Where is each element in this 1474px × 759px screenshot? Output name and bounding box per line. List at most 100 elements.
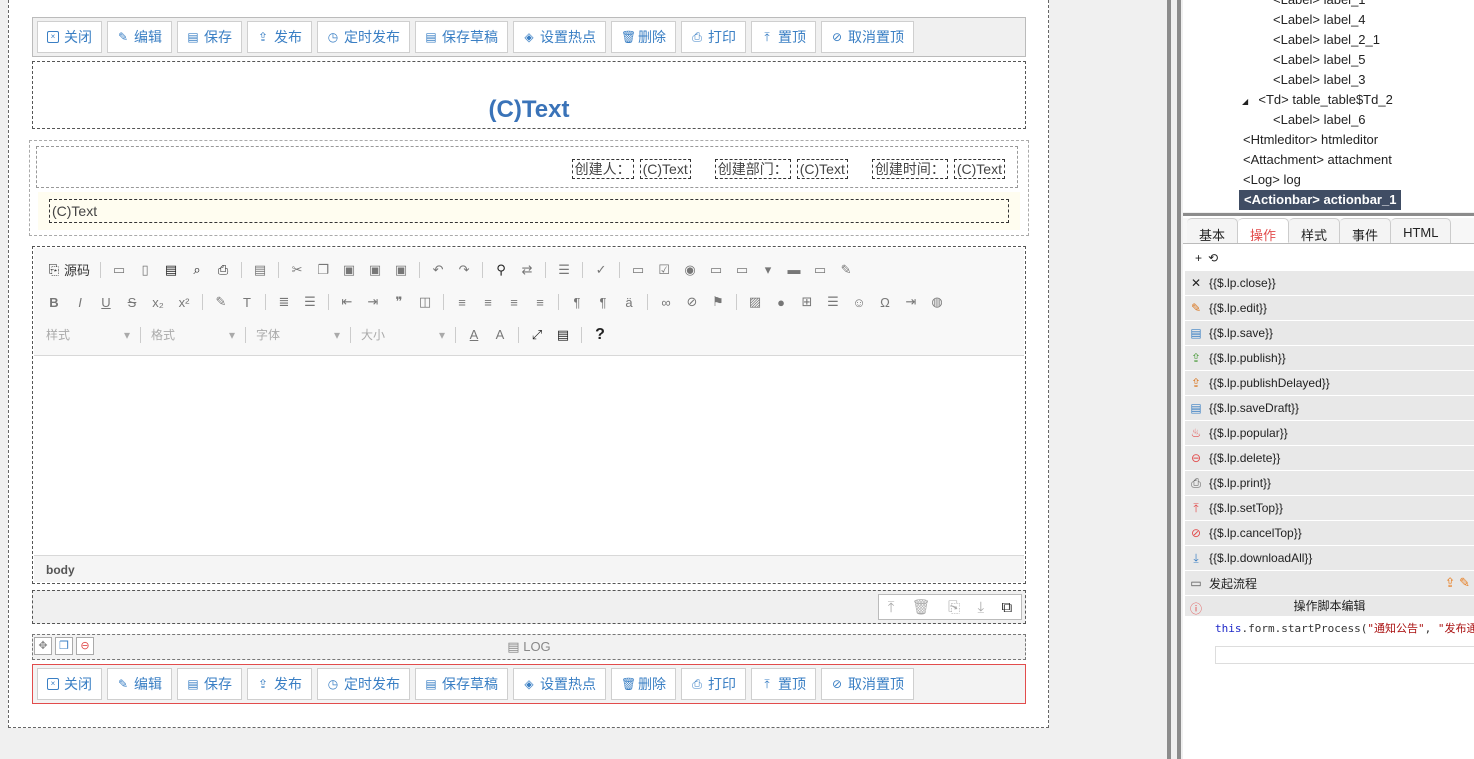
print-icon[interactable]: ⎙ [215, 262, 231, 278]
info-table[interactable]: 创建人： (C)Text 创建部门： (C)Text 创建时间： (C)Text… [29, 140, 1029, 236]
script-code[interactable]: this.form.startProcess("通知公告", "发布通 [1185, 616, 1474, 636]
select-icon[interactable]: ▾ [760, 262, 776, 278]
anchor-icon[interactable]: ⚑ [710, 294, 726, 310]
copy-format-icon[interactable]: ✎ [213, 294, 229, 310]
subscript-icon[interactable]: x₂ [150, 294, 166, 310]
tree-node[interactable]: <Label> label_2_1 [1273, 30, 1380, 50]
preview-icon[interactable]: ⌕ [189, 262, 205, 278]
tree-node[interactable]: <Label> label_6 [1273, 110, 1366, 130]
action-row[interactable]: ⊖ {{$.lp.delete}} [1185, 446, 1474, 471]
rtl-icon[interactable]: ¶ [595, 294, 611, 310]
action-button[interactable]: 🗑 删除 [611, 668, 676, 700]
undo-icon[interactable]: ↶ [430, 262, 446, 278]
action-button[interactable]: ▤ 保存 [177, 21, 242, 53]
source-button[interactable]: 源码 [64, 260, 90, 279]
tab-4[interactable]: HTML [1391, 218, 1452, 243]
new-page-icon[interactable]: ▯ [137, 262, 153, 278]
outdent-icon[interactable]: ⇤ [339, 294, 355, 310]
tree-node[interactable]: <Attachment> attachment [1243, 150, 1392, 170]
action-button[interactable]: 🗑 删除 [611, 21, 676, 53]
underline-icon[interactable]: U [98, 294, 114, 310]
action-button[interactable]: ⤒ 置顶 [751, 21, 816, 53]
bg-color-icon[interactable]: A [492, 327, 508, 343]
action-row[interactable]: ⎙ {{$.lp.print}} [1185, 471, 1474, 496]
action-button[interactable]: ⊘ 取消置顶 [821, 21, 914, 53]
div-icon[interactable]: ◫ [417, 294, 433, 310]
time-value[interactable]: (C)Text [953, 159, 1005, 179]
action-row[interactable]: ▭ 发起流程 ⇪ ✎ [1185, 571, 1474, 596]
html-editor[interactable]: ⎘ 源码 ▭ ▯ ▤ ⌕ ⎙ ▤ ✂ ❐ ▣ ▣ ▣ ↶ ↷ ⚲ ⇄ ☰ ✓ ▭… [32, 246, 1026, 584]
paste-word-icon[interactable]: ▣ [393, 262, 409, 278]
action-row[interactable]: ▤ {{$.lp.saveDraft}} [1185, 396, 1474, 421]
add-action-button[interactable]: + [1195, 251, 1202, 265]
italic-icon[interactable]: I [72, 294, 88, 310]
source-icon[interactable]: ⎘ [46, 262, 62, 278]
justify-icon[interactable]: ≡ [532, 294, 548, 310]
help-icon[interactable]: ? [592, 326, 608, 343]
select-all-icon[interactable]: ☰ [556, 262, 572, 278]
font-dropdown[interactable]: 字体 ▾ [256, 326, 340, 343]
action-button[interactable]: ✎ 编辑 [107, 668, 172, 700]
tab-0[interactable]: 基本 [1187, 218, 1239, 243]
action-button[interactable]: ▤ 保存 [177, 668, 242, 700]
text-field[interactable]: (C)Text [49, 199, 1009, 223]
action-button[interactable]: ✎ 编辑 [107, 21, 172, 53]
action-row[interactable]: ♨ {{$.lp.popular}} [1185, 421, 1474, 446]
actionbar-top[interactable]: × 关闭 ✎ 编辑 ▤ 保存 ⇪ 发布 ◷ 定时发布 ▤ 保存草稿 ◈ 设置热点 🗑 删除 ⎙ 打印 ⤒ 置顶 ⊘ 取消置… [32, 17, 1026, 57]
editor-status-path[interactable]: body [34, 555, 1024, 582]
tree-node[interactable]: <Actionbar> actionbar_1 [1239, 190, 1402, 210]
smiley-icon[interactable]: ☺ [851, 294, 867, 310]
superscript-icon[interactable]: x² [176, 294, 192, 310]
move-icon[interactable]: ✥ [34, 637, 52, 655]
dept-value[interactable]: (C)Text [796, 159, 848, 179]
copy-icon[interactable]: ❐ [315, 262, 331, 278]
title-box[interactable]: (C)Text [32, 61, 1026, 129]
actionbar-bottom[interactable]: × 关闭 ✎ 编辑 ▤ 保存 ⇪ 发布 ◷ 定时发布 ▤ 保存草稿 ◈ 设置热点 🗑 删除 ⎙ 打印 ⤒ 置顶 ⊘ 取消置… [32, 664, 1026, 704]
action-row[interactable]: ⇪ {{$.lp.publishDelayed}} [1185, 371, 1474, 396]
action-button[interactable]: ⇪ 发布 [247, 668, 312, 700]
action-button[interactable]: ◈ 设置热点 [513, 21, 606, 53]
link-icon[interactable]: ∞ [658, 294, 674, 310]
form-icon[interactable]: ▭ [630, 262, 646, 278]
remove-format-icon[interactable]: T [239, 294, 255, 310]
tree-node[interactable]: ◢ <Td> table_table$Td_2 [1242, 90, 1393, 110]
row-edit-tools[interactable]: ⇪ ✎ [1445, 575, 1470, 591]
replace-icon[interactable]: ⎘ [948, 599, 960, 616]
iframe-icon[interactable]: ◍ [929, 294, 945, 310]
numbered-list-icon[interactable]: ≣ [276, 294, 292, 310]
bold-icon[interactable]: B [46, 294, 62, 310]
hiddenfield-icon[interactable]: ✎ [838, 262, 854, 278]
download-icon[interactable]: ⤓ [978, 599, 985, 616]
action-row[interactable]: ▤ {{$.lp.save}} [1185, 321, 1474, 346]
action-button[interactable]: ⎙ 打印 [681, 668, 746, 700]
template-icon[interactable]: ▤ [252, 262, 268, 278]
align-center-icon[interactable]: ≡ [480, 294, 496, 310]
blockquote-icon[interactable]: ❞ [391, 294, 407, 310]
spellcheck-icon[interactable]: ✓ [593, 262, 609, 278]
format-dropdown[interactable]: 格式 ▾ [151, 326, 235, 343]
action-button[interactable]: ⊘ 取消置顶 [821, 668, 914, 700]
action-row[interactable]: ⤒ {{$.lp.setTop}} [1185, 496, 1474, 521]
log-bar[interactable]: ✥ ❐ ⊖ ▤ LOG [32, 634, 1026, 660]
upload-icon[interactable]: ⤒ [888, 599, 895, 616]
action-button[interactable]: ◷ 定时发布 [317, 21, 410, 53]
action-row[interactable]: ✕ {{$.lp.close}} [1185, 271, 1474, 296]
paste-text-icon[interactable]: ▣ [367, 262, 383, 278]
pagebreak-icon[interactable]: ⇥ [903, 294, 919, 310]
tree-node[interactable]: <Label> label_5 [1273, 50, 1366, 70]
text-color-icon[interactable]: A [466, 327, 482, 343]
imagebutton-icon[interactable]: ▭ [812, 262, 828, 278]
tree-node[interactable]: <Label> label_4 [1273, 10, 1366, 30]
open-icon[interactable]: ⧉ [1002, 599, 1013, 616]
align-right-icon[interactable]: ≡ [506, 294, 522, 310]
show-blocks-icon[interactable]: ▤ [555, 327, 571, 343]
action-button[interactable]: ⤒ 置顶 [751, 668, 816, 700]
copy-icon[interactable]: ❐ [55, 637, 73, 655]
action-row[interactable]: ⊘ {{$.lp.cancelTop}} [1185, 521, 1474, 546]
flash-icon[interactable]: ● [773, 294, 789, 310]
delete-icon[interactable]: ⊖ [76, 637, 94, 655]
tab-2[interactable]: 样式 [1289, 218, 1341, 243]
action-button[interactable]: ◈ 设置热点 [513, 668, 606, 700]
indent-icon[interactable]: ⇥ [365, 294, 381, 310]
strike-icon[interactable]: S [124, 294, 140, 310]
